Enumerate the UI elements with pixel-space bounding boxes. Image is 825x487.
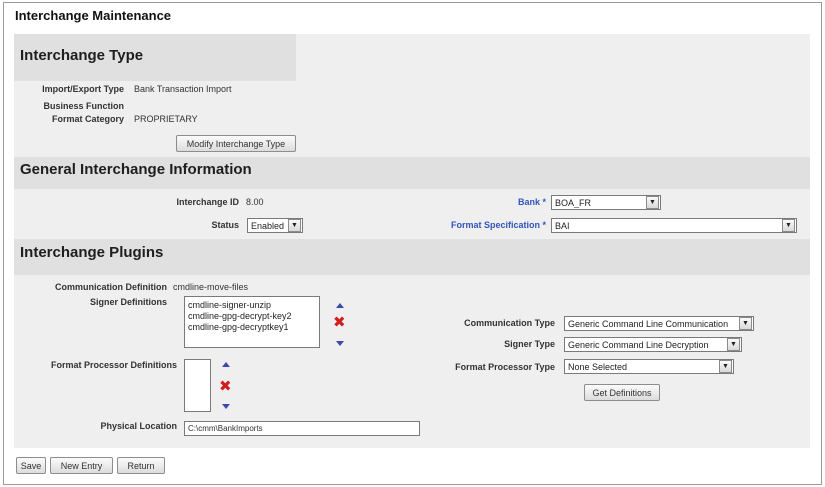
status-select[interactable]: Enabled ▼ (247, 218, 303, 233)
signer-type-label: Signer Type (504, 339, 555, 349)
chevron-down-icon: ▼ (288, 219, 301, 232)
format-processor-type-select-value: None Selected (568, 361, 628, 372)
bank-label: Bank * (517, 197, 546, 207)
import-export-type-value: Bank Transaction Import (134, 84, 232, 94)
save-button[interactable]: Save (16, 457, 46, 474)
interchange-id-label: Interchange ID (176, 197, 239, 207)
format-processor-definitions-label: Format Processor Definitions (50, 360, 177, 370)
chevron-down-icon: ▼ (719, 360, 732, 373)
format-specification-label: Format Specification * (450, 220, 546, 230)
chevron-down-icon: ▼ (646, 196, 659, 209)
communication-type-select-value: Generic Command Line Communication (568, 318, 729, 329)
communication-definition-value: cmdline-move-files (173, 282, 249, 292)
format-category-value: PROPRIETARY (134, 114, 198, 124)
signer-type-select-value: Generic Command Line Decryption (568, 339, 709, 350)
physical-location-input[interactable]: C:\cmm\BankImports (184, 421, 420, 436)
arrow-up-icon[interactable] (222, 362, 230, 367)
status-select-value: Enabled (251, 220, 285, 231)
plugins-title: Interchange Plugins (20, 244, 164, 261)
bank-select-value: BOA_FR (555, 197, 592, 208)
format-processor-type-label: Format Processor Type (455, 362, 555, 372)
format-specification-select-value: BAI (555, 220, 570, 231)
business-function-label: Business Function (43, 101, 124, 111)
arrow-up-icon[interactable] (336, 303, 344, 308)
list-item[interactable]: cmdline-signer-unzip (185, 300, 319, 311)
list-item[interactable]: cmdline-gpg-decryptkey1 (185, 322, 319, 333)
format-processor-type-select[interactable]: None Selected ▼ (564, 359, 734, 374)
communication-type-select[interactable]: Generic Command Line Communication ▼ (564, 316, 754, 331)
remove-x-icon[interactable]: ✖ (219, 379, 232, 394)
import-export-type-label: Import/Export Type (42, 84, 124, 94)
list-item[interactable]: cmdline-gpg-decrypt-key2 (185, 311, 319, 322)
signer-definitions-label: Signer Definitions (89, 297, 167, 307)
format-processor-definitions-listbox[interactable] (184, 359, 211, 412)
chevron-down-icon: ▼ (727, 338, 740, 351)
modify-interchange-type-button[interactable]: Modify Interchange Type (176, 135, 296, 152)
bank-select[interactable]: BOA_FR ▼ (551, 195, 661, 210)
new-entry-button[interactable]: New Entry (50, 457, 113, 474)
return-button[interactable]: Return (117, 457, 165, 474)
general-info-title: General Interchange Information (20, 161, 252, 178)
signer-definitions-listbox[interactable]: cmdline-signer-unzip cmdline-gpg-decrypt… (184, 296, 320, 348)
physical-location-label: Physical Location (100, 421, 177, 431)
remove-x-icon[interactable]: ✖ (333, 315, 346, 330)
status-label: Status (211, 220, 239, 230)
main-panel: Interchange Type Import/Export Type Bank… (14, 34, 810, 448)
communication-type-label: Communication Type (464, 318, 555, 328)
page-title: Interchange Maintenance (15, 8, 172, 23)
format-category-label: Format Category (51, 114, 124, 124)
get-definitions-button[interactable]: Get Definitions (584, 384, 660, 401)
chevron-down-icon: ▼ (739, 317, 752, 330)
signer-type-select[interactable]: Generic Command Line Decryption ▼ (564, 337, 742, 352)
arrow-down-icon[interactable] (336, 341, 344, 346)
interchange-type-title: Interchange Type (20, 47, 144, 64)
communication-definition-label: Communication Definition (55, 282, 167, 292)
interchange-id-value: 8.00 (246, 197, 264, 207)
format-specification-select[interactable]: BAI ▼ (551, 218, 797, 233)
chevron-down-icon: ▼ (782, 219, 795, 232)
arrow-down-icon[interactable] (222, 404, 230, 409)
